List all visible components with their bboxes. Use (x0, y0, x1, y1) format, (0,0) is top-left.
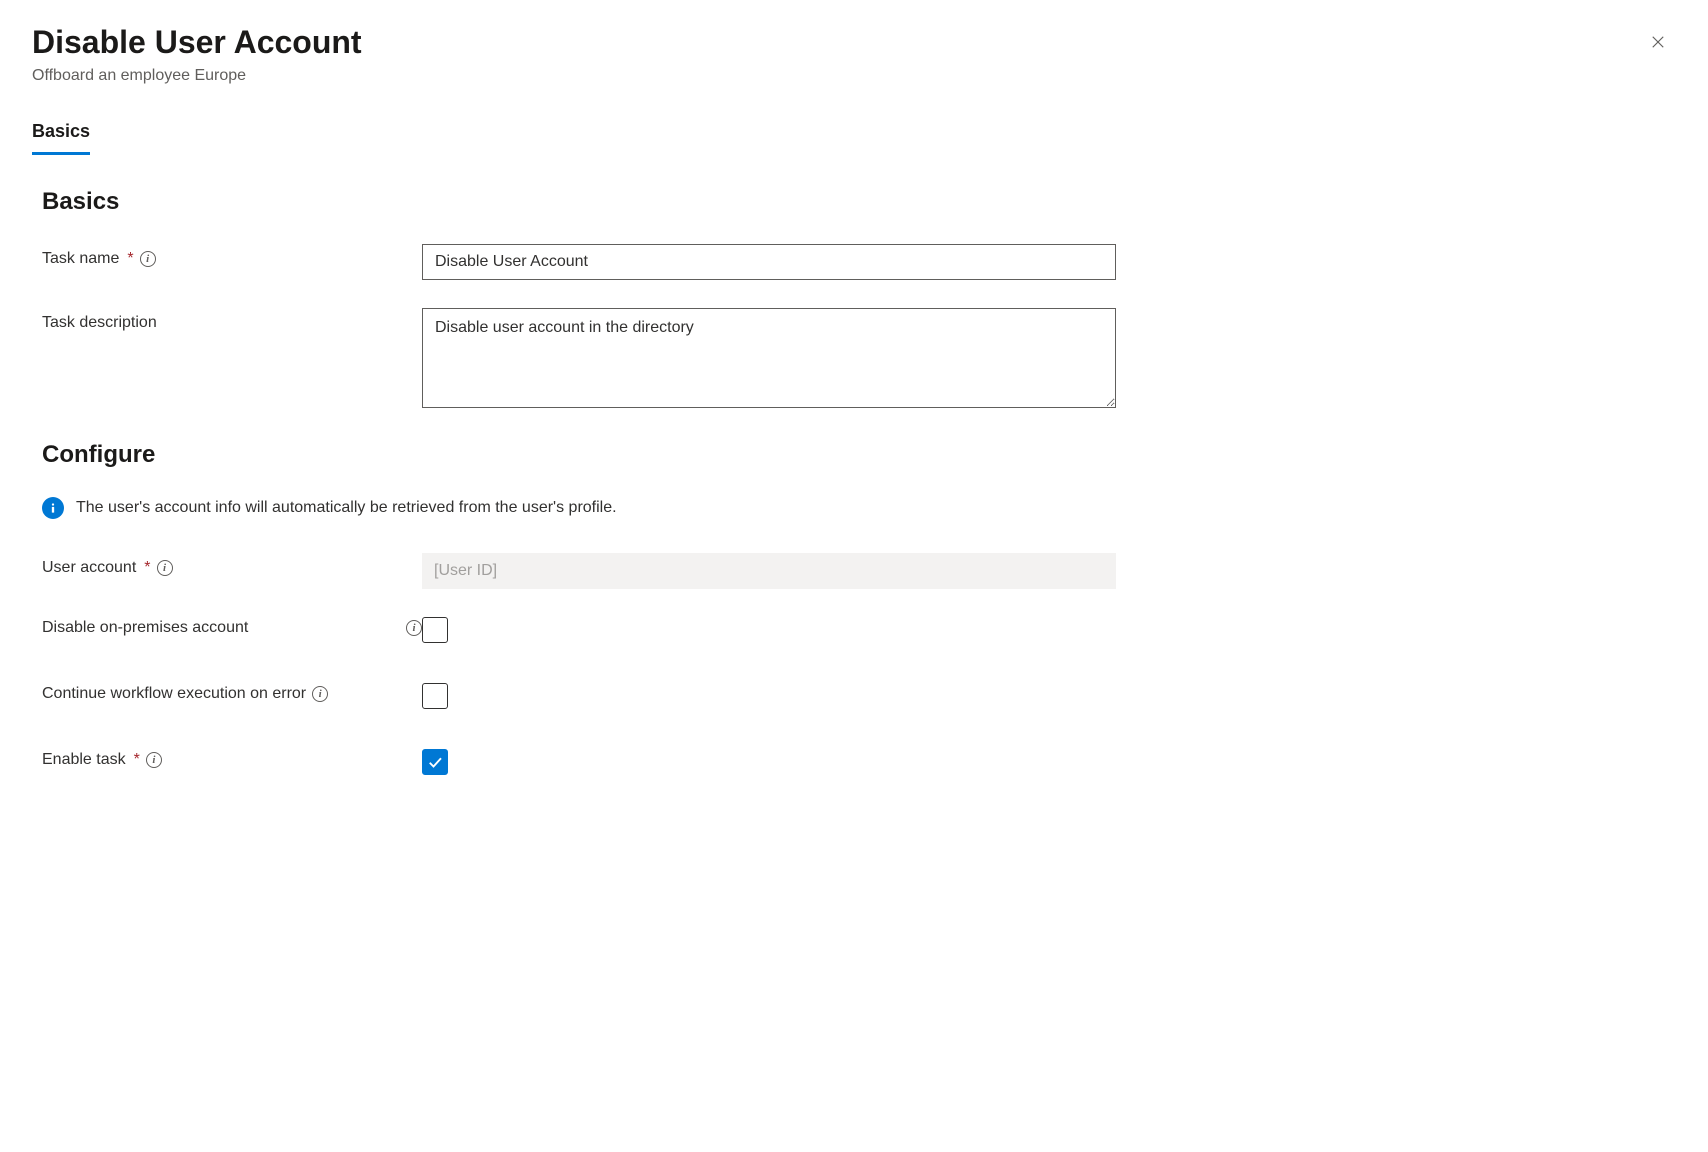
panel-title: Disable User Account (32, 24, 1676, 61)
close-button[interactable] (1640, 24, 1676, 60)
row-disable-onprem: Disable on-premises account i (42, 617, 1676, 643)
checkbox-col (422, 683, 448, 709)
panel-subtitle: Offboard an employee Europe (32, 67, 1676, 85)
user-account-readonly: [User ID] (422, 553, 1116, 589)
input-col: Disable user account in the directory (422, 308, 1116, 413)
required-indicator: * (127, 250, 133, 268)
info-banner: The user's account info will automatical… (42, 497, 1676, 519)
task-description-label: Task description (42, 314, 157, 332)
tab-bar: Basics (32, 121, 1676, 156)
panel-container: Disable User Account Offboard an employe… (32, 24, 1676, 775)
info-icon[interactable]: i (312, 686, 328, 702)
disable-onprem-label: Disable on-premises account (42, 619, 248, 637)
enable-task-label: Enable task (42, 751, 126, 769)
row-continue-on-error: Continue workflow execution on error i (42, 683, 1676, 709)
section-heading-basics: Basics (42, 188, 1676, 216)
input-col (422, 244, 1116, 280)
checkbox-col (422, 617, 448, 643)
info-icon[interactable]: i (140, 251, 156, 267)
task-name-label: Task name (42, 250, 119, 268)
row-enable-task: Enable task * i (42, 749, 1676, 775)
continue-on-error-label: Continue workflow execution on error (42, 685, 306, 703)
label-col: Continue workflow execution on error i (42, 683, 422, 703)
disable-onprem-checkbox[interactable] (422, 617, 448, 643)
input-col: [User ID] (422, 553, 1116, 589)
section-heading-configure: Configure (42, 441, 1676, 469)
task-name-input[interactable] (422, 244, 1116, 280)
required-indicator: * (134, 751, 140, 769)
check-icon (426, 753, 444, 771)
label-col: Enable task * i (42, 749, 422, 769)
enable-task-checkbox[interactable] (422, 749, 448, 775)
row-task-name: Task name * i (42, 244, 1676, 280)
tab-basics[interactable]: Basics (32, 121, 90, 155)
info-icon[interactable]: i (146, 752, 162, 768)
required-indicator: * (144, 559, 150, 577)
label-col: Disable on-premises account i (42, 617, 422, 637)
continue-on-error-checkbox[interactable] (422, 683, 448, 709)
info-icon[interactable]: i (157, 560, 173, 576)
checkbox-col (422, 749, 448, 775)
label-col: User account * i (42, 553, 422, 577)
close-icon (1649, 33, 1667, 51)
info-icon[interactable]: i (406, 620, 422, 636)
row-user-account: User account * i [User ID] (42, 553, 1676, 589)
info-banner-text: The user's account info will automatical… (76, 499, 617, 517)
label-col: Task name * i (42, 244, 422, 268)
task-description-input[interactable]: Disable user account in the directory (422, 308, 1116, 408)
info-banner-icon (42, 497, 64, 519)
row-task-description: Task description Disable user account in… (42, 308, 1676, 413)
user-account-label: User account (42, 559, 136, 577)
label-col: Task description (42, 308, 422, 332)
